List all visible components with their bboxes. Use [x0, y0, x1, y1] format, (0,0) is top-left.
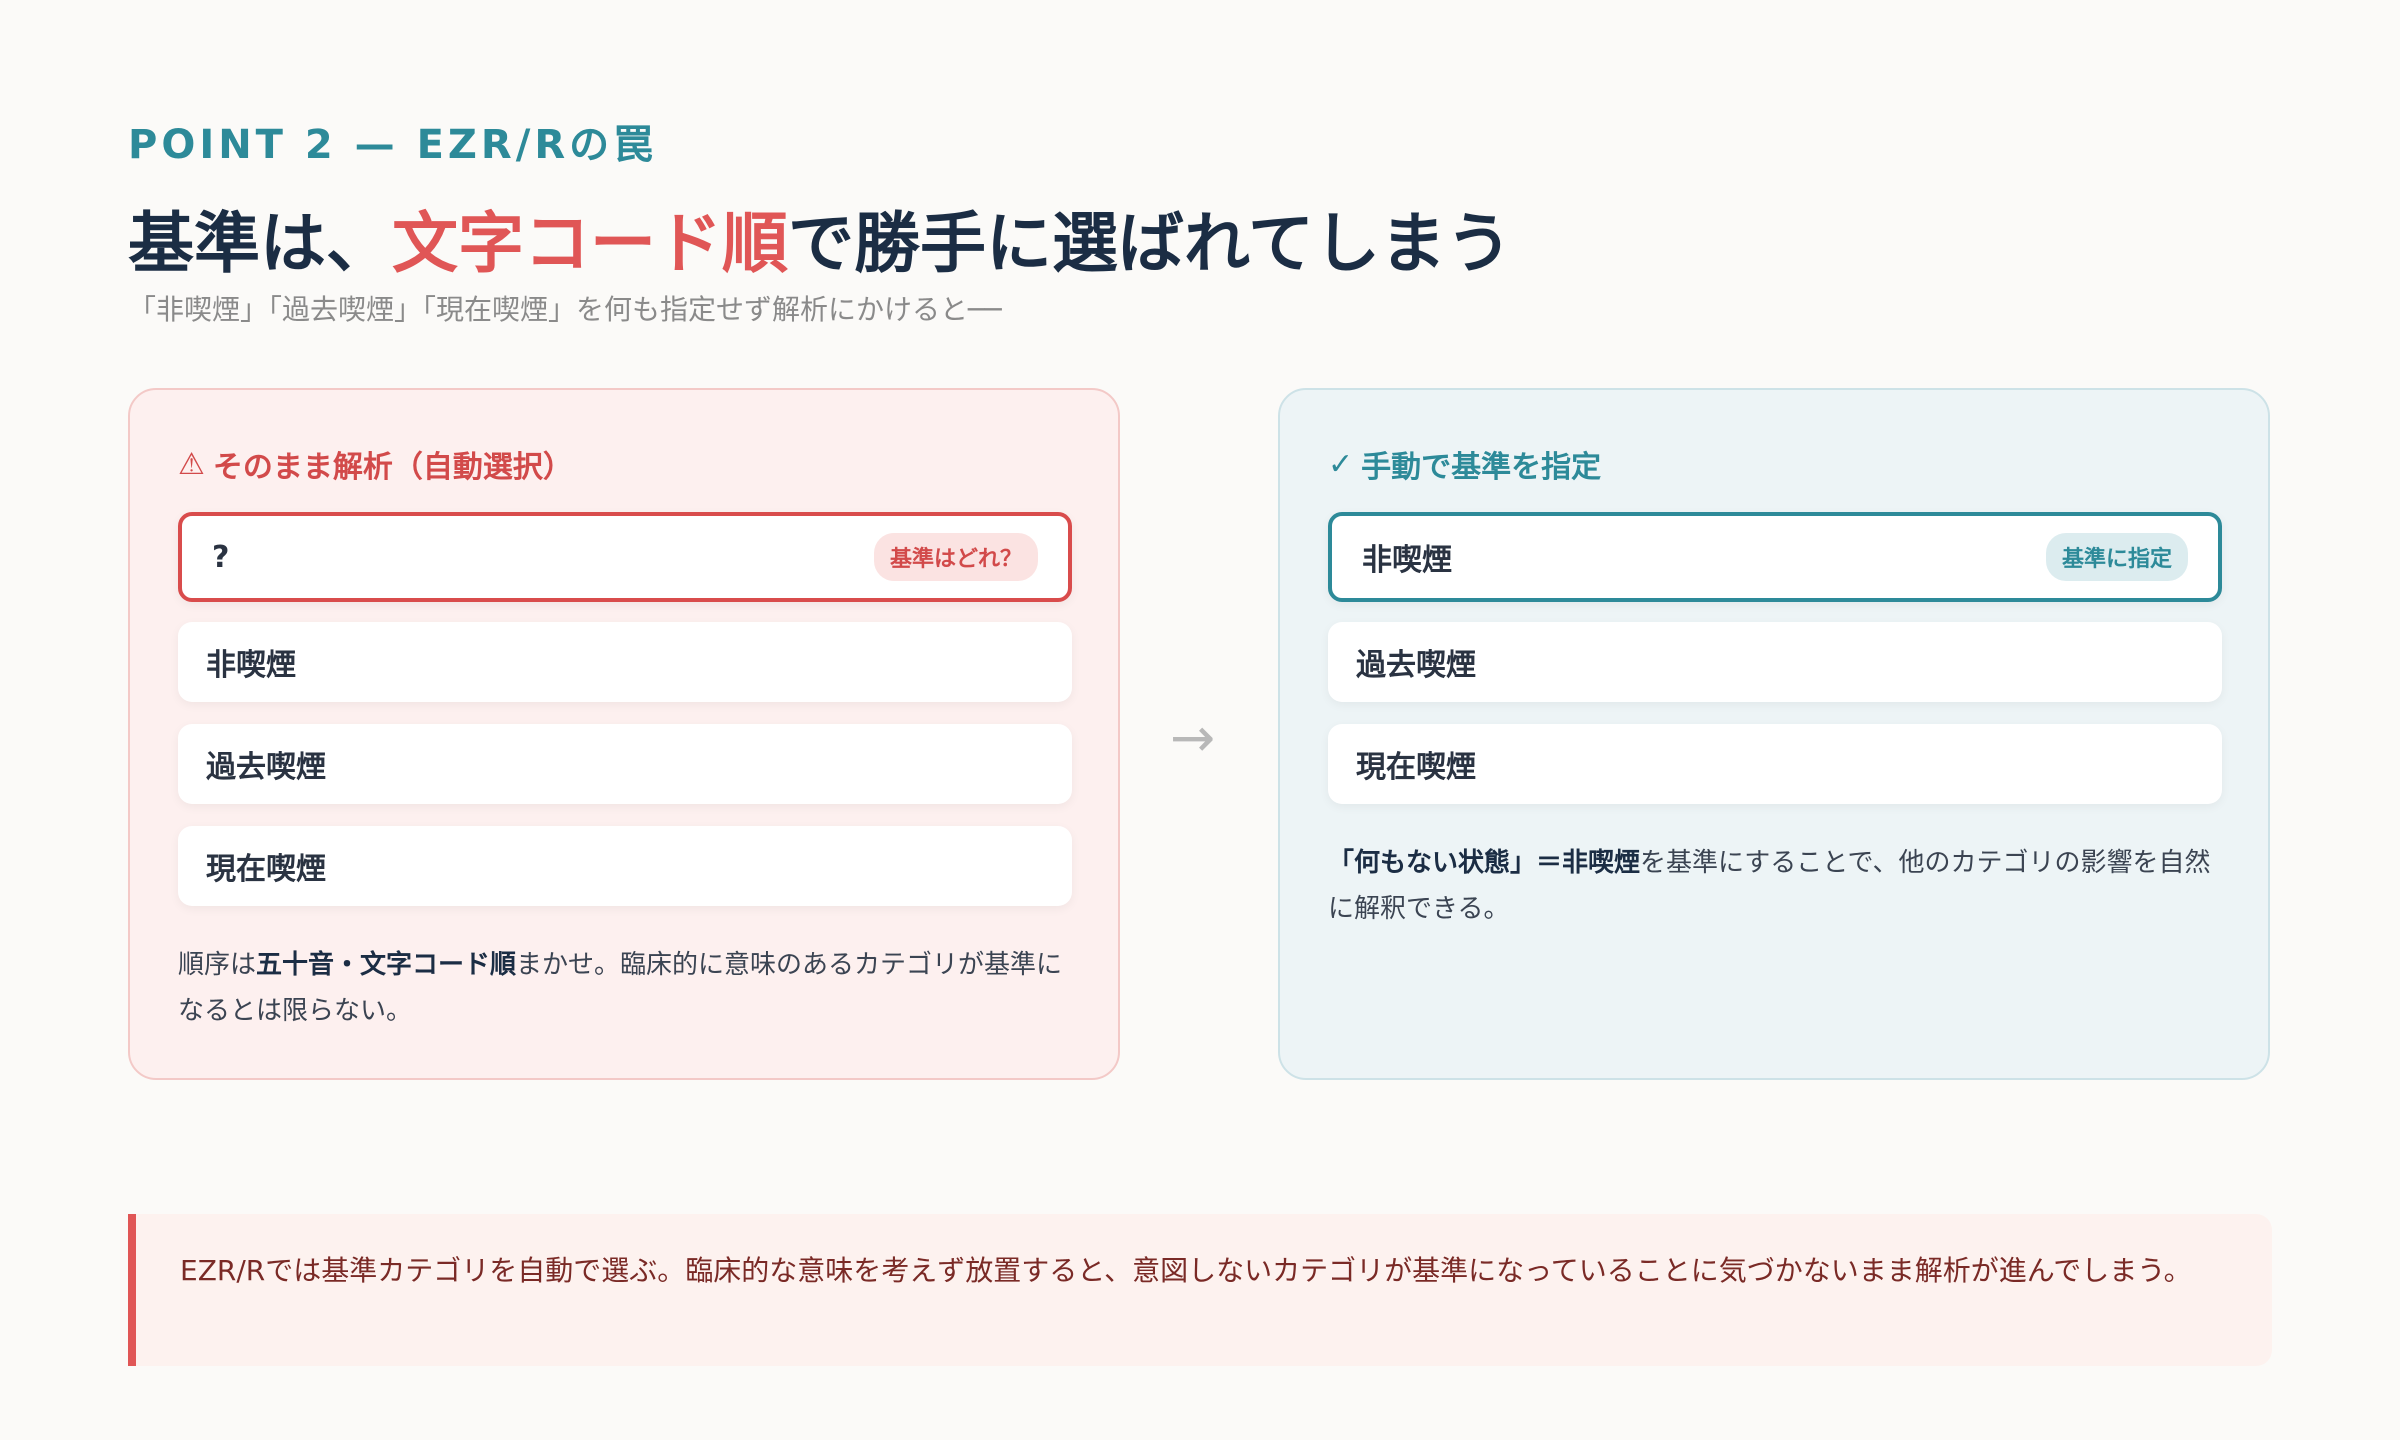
auto-selection-panel: ⚠ そのまま解析（自動選択） ? 基準はどれ？ 非喫煙 過去喫煙 現在喫煙 順序… — [128, 388, 1120, 1080]
category-label: 非喫煙 — [206, 648, 296, 683]
note-prefix: 順序は — [178, 950, 257, 980]
warning-icon: ⚠ — [178, 446, 205, 482]
auto-selection-heading-text: そのまま解析（自動選択） — [212, 450, 573, 485]
category-label: 現在喫煙 — [206, 852, 326, 887]
manual-selection-heading: ✓ 手動で基準を指定 — [1328, 442, 1601, 486]
manual-selection-panel: ✓ 手動で基準を指定 非喫煙 基準に指定 過去喫煙 現在喫煙 「何もない状態」＝… — [1278, 388, 2270, 1080]
auto-reference-label: ? — [212, 539, 230, 575]
auto-selection-heading: ⚠ そのまま解析（自動選択） — [178, 442, 573, 486]
warning-callout: EZR/Rでは基準カテゴリを自動で選ぶ。臨床的な意味を考えず放置すると、意図しな… — [128, 1214, 2272, 1366]
title-suffix: で勝手に選ばれてしまう — [788, 205, 1513, 282]
title-highlight: 文字コード順 — [392, 205, 788, 282]
category-label: 過去喫煙 — [206, 750, 326, 785]
callout-text: EZR/Rでは基準カテゴリを自動で選ぶ。臨床的な意味を考えず放置すると、意図しな… — [180, 1254, 2192, 1287]
category-row-current-smoker: 現在喫煙 — [178, 826, 1072, 906]
category-label: 過去喫煙 — [1356, 648, 1476, 683]
category-row-former-smoker: 過去喫煙 — [178, 724, 1072, 804]
check-icon: ✓ — [1328, 446, 1354, 482]
manual-reference-label: 非喫煙 — [1362, 543, 1452, 578]
note-emphasis: 五十音・文字コード順 — [256, 950, 517, 980]
category-row-former-smoker: 過去喫煙 — [1328, 622, 2222, 702]
manual-selection-heading-text: 手動で基準を指定 — [1361, 450, 1602, 485]
page-title: 基準は、文字コード順で勝手に選ばれてしまう — [128, 190, 1512, 286]
auto-selection-note: 順序は五十音・文字コード順まかせ。臨床的に意味のあるカテゴリが基準になるとは限ら… — [178, 942, 1078, 1034]
category-row-current-smoker: 現在喫煙 — [1328, 724, 2222, 804]
manual-reference-row: 非喫煙 基準に指定 — [1328, 512, 2222, 602]
note-emphasis: 「何もない状態」＝非喫煙 — [1328, 848, 1641, 878]
reference-unknown-badge: 基準はどれ？ — [873, 533, 1038, 581]
category-row-nonsmoker: 非喫煙 — [178, 622, 1072, 702]
reference-set-badge: 基準に指定 — [2045, 533, 2188, 581]
arrow-right-icon: → — [1170, 706, 1216, 769]
eyebrow-label: POINT 2 — EZR/Rの罠 — [128, 122, 658, 168]
auto-reference-row: ? 基準はどれ？ — [178, 512, 1072, 602]
category-label: 現在喫煙 — [1356, 750, 1476, 785]
page-subtitle: 「非喫煙」「過去喫煙」「現在喫煙」を何も指定せず解析にかけると── — [128, 293, 1002, 326]
manual-selection-note: 「何もない状態」＝非喫煙を基準にすることで、他のカテゴリの影響を自然に解釈できる… — [1328, 840, 2228, 932]
title-prefix: 基準は、 — [128, 205, 392, 282]
